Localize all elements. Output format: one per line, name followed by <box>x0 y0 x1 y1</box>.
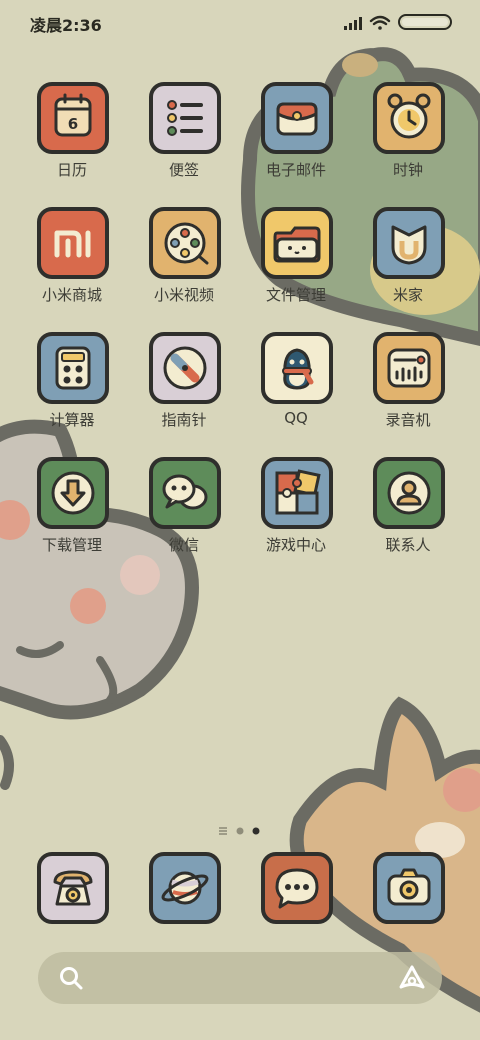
camera-icon <box>387 868 431 906</box>
folder-icon <box>273 226 321 263</box>
dock-browser[interactable] <box>128 850 240 930</box>
qq-penguin-icon <box>282 348 314 390</box>
messages-tile[interactable] <box>261 852 333 924</box>
status-time: 凌晨2:36 <box>30 16 102 35</box>
app-contacts[interactable]: 联系人 <box>352 455 464 565</box>
qq-tile[interactable] <box>261 332 333 404</box>
calculator-icon <box>55 346 91 390</box>
video-tile[interactable] <box>149 207 221 279</box>
app-video[interactable]: 小米视频 <box>128 205 240 315</box>
app-clock[interactable]: 时钟 <box>352 80 464 190</box>
app-email[interactable]: 电子邮件 <box>240 80 352 190</box>
app-label: 日历 <box>56 161 87 179</box>
dock-phone[interactable] <box>16 850 128 930</box>
download-tile[interactable] <box>37 457 109 529</box>
app-label: 录音机 <box>385 411 431 429</box>
puzzle-icon <box>275 469 321 515</box>
app-mijia[interactable]: 米家 <box>352 205 464 315</box>
notes-icon <box>167 100 203 136</box>
calendar-tile[interactable]: 6 <box>37 82 109 154</box>
app-calendar[interactable]: 6 日历 <box>16 80 128 190</box>
contacts-icon <box>387 471 431 515</box>
page-indicator[interactable] <box>216 824 264 838</box>
app-label: 电子邮件 <box>265 161 326 179</box>
clock-icon <box>387 93 431 139</box>
calendar-icon: 6 <box>54 93 92 137</box>
app-label: 微信 <box>168 536 199 554</box>
dock <box>0 850 480 940</box>
puzzle-tile[interactable] <box>261 457 333 529</box>
mijia-icon <box>391 225 427 265</box>
app-label: 小米商城 <box>41 286 102 304</box>
assistant-icon[interactable] <box>398 964 426 992</box>
battery-icon <box>398 14 452 30</box>
app-label: QQ <box>284 409 308 427</box>
search-icon[interactable] <box>58 965 84 991</box>
email-tile[interactable] <box>261 82 333 154</box>
clock-tile[interactable] <box>373 82 445 154</box>
home-page-lines-icon <box>219 827 227 835</box>
video-icon <box>164 222 209 265</box>
app-label: 联系人 <box>385 536 431 554</box>
app-compass[interactable]: 指南针 <box>128 330 240 440</box>
app-game-center[interactable]: 游戏中心 <box>240 455 352 565</box>
signal-icon <box>344 17 362 30</box>
page-dot <box>236 827 244 835</box>
compass-tile[interactable] <box>149 332 221 404</box>
wifi-icon <box>369 15 391 30</box>
compass-icon <box>163 346 207 390</box>
status-icons <box>344 14 452 30</box>
mijia-tile[interactable] <box>373 207 445 279</box>
app-label: 下载管理 <box>41 536 102 554</box>
app-wechat[interactable]: 微信 <box>128 455 240 565</box>
app-label: 文件管理 <box>265 286 326 304</box>
app-label: 便签 <box>168 161 199 179</box>
recorder-icon <box>387 348 431 388</box>
status-bar: 凌晨2:36 <box>0 0 480 44</box>
wechat-tile[interactable] <box>149 457 221 529</box>
mi-store-tile[interactable] <box>37 207 109 279</box>
app-label: 米家 <box>392 286 423 304</box>
app-label: 小米视频 <box>153 286 214 304</box>
notes-tile[interactable] <box>149 82 221 154</box>
app-downloads[interactable]: 下载管理 <box>16 455 128 565</box>
wechat-icon <box>162 474 208 510</box>
messages-icon <box>275 868 319 909</box>
browser-planet-icon <box>161 871 209 905</box>
app-label: 指南针 <box>161 411 207 429</box>
app-recorder[interactable]: 录音机 <box>352 330 464 440</box>
recorder-tile[interactable] <box>373 332 445 404</box>
phone-icon <box>53 870 93 906</box>
app-notes[interactable]: 便签 <box>128 80 240 190</box>
app-label: 游戏中心 <box>265 536 326 554</box>
contacts-tile[interactable] <box>373 457 445 529</box>
app-calculator[interactable]: 计算器 <box>16 330 128 440</box>
app-files[interactable]: 文件管理 <box>240 205 352 315</box>
dock-camera[interactable] <box>352 850 464 930</box>
download-icon <box>51 471 95 515</box>
app-qq[interactable]: QQ <box>240 330 352 440</box>
app-mi-store[interactable]: 小米商城 <box>16 205 128 315</box>
camera-tile[interactable] <box>373 852 445 924</box>
folder-tile[interactable] <box>261 207 333 279</box>
search-bar[interactable] <box>38 952 442 1004</box>
app-label: 计算器 <box>49 411 95 429</box>
app-label: 时钟 <box>392 161 423 179</box>
calculator-tile[interactable] <box>37 332 109 404</box>
calendar-date: 6 <box>68 115 78 133</box>
mi-store-icon <box>54 230 91 258</box>
email-icon <box>276 102 318 136</box>
dock-messages[interactable] <box>240 850 352 930</box>
phone-tile[interactable] <box>37 852 109 924</box>
page-dot-active <box>252 827 260 835</box>
browser-tile[interactable] <box>149 852 221 924</box>
